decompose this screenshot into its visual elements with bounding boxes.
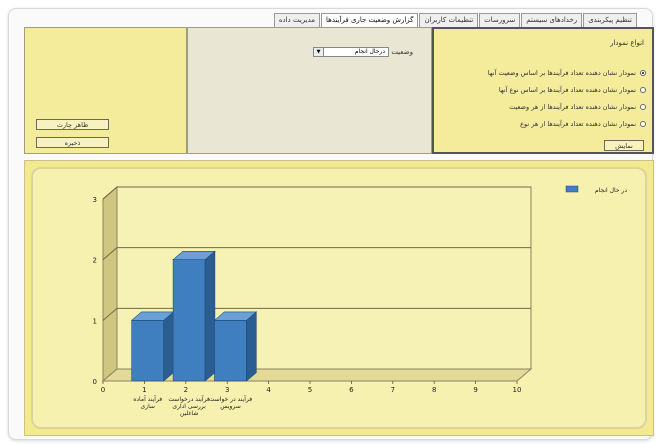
tab-bar: مدیریت داده گزارش وضعیت جاری فرآیندها تن… [273, 13, 637, 27]
chevron-down-icon[interactable]: ▼ [314, 48, 324, 56]
legend-label: در حال انجام [595, 187, 627, 194]
status-select[interactable]: ▼ درحال انجام [313, 47, 389, 57]
x-tick-label: 7 [391, 386, 395, 394]
x-tick-label: 3 [225, 386, 229, 394]
bar [214, 320, 247, 382]
chart-option-each-type[interactable]: نمودار نشان دهنده تعداد فرآیندها از هر ن… [520, 118, 646, 130]
chart-option-label: نمودار نشان دهنده تعداد فرآیندها از هر ن… [520, 120, 636, 128]
x-tick-label: 1 [142, 386, 146, 394]
save-button[interactable]: ذخیره [36, 137, 109, 148]
category-label: فرآیند آماده سازی [133, 394, 162, 410]
tab-services[interactable]: سرورسات [479, 13, 521, 27]
bar-side [246, 311, 257, 382]
chart-option-each-status[interactable]: نمودار نشان دهنده تعداد فرآیندها از هر و… [509, 101, 646, 113]
y-tick-label: 3 [93, 196, 97, 204]
radio-button[interactable] [640, 104, 646, 110]
filter-panel: وضعیت ▼ درحال انجام [187, 27, 432, 154]
chart-option-label: نمودار نشان دهنده تعداد فرآیندها بر اساس… [498, 86, 636, 94]
legend-swatch [565, 185, 579, 193]
plot-side-wall [102, 185, 118, 383]
y-tick-label: 0 [93, 378, 97, 386]
x-tick-label: 8 [432, 386, 436, 394]
chart-type-panel: انواع نمودار نمودار نشان دهنده تعداد فرآ… [432, 27, 654, 154]
bar-side [204, 250, 216, 382]
radio-button[interactable] [640, 70, 646, 76]
tab-configuration[interactable]: تنظیم پیکربندی [583, 13, 637, 27]
category-label: فرآیند درخواست بررسی اداری شاغلین [168, 394, 209, 417]
y-tick-label: 1 [93, 317, 97, 325]
tab-data-management[interactable]: مدیریت داده [273, 13, 321, 27]
status-label: وضعیت [391, 48, 413, 56]
chart-option-label: نمودار نشان دهنده تعداد فرآیندها از هر و… [509, 103, 636, 111]
x-tick-label: 2 [184, 386, 188, 394]
y-tick-label: 2 [93, 257, 97, 265]
tab-user-settings[interactable]: تنظیمات کاربران [419, 13, 479, 27]
chart-option-type[interactable]: نمودار نشان دهنده تعداد فرآیندها بر اساس… [499, 84, 646, 96]
show-chart-button[interactable]: ظاهر چارت [36, 119, 109, 130]
x-tick-label: 6 [349, 386, 354, 394]
radio-button[interactable] [640, 121, 646, 127]
chart-type-title: انواع نمودار [610, 39, 644, 47]
category-label: فرآیند در خواست سرویس [209, 394, 252, 410]
x-tick-label: 4 [266, 386, 271, 394]
x-tick-label: 0 [101, 386, 105, 394]
radio-button[interactable] [640, 87, 646, 93]
chart-option-status[interactable]: نمودار نشان دهنده تعداد فرآیندها بر اساس… [488, 67, 646, 79]
status-select-value: درحال انجام [354, 48, 385, 55]
actions-panel: ظاهر چارت ذخیره [24, 27, 187, 154]
tab-system-events[interactable]: رخدادهای سیستم [521, 13, 583, 27]
chart-frame: 0 1 2 3 0 1 2 3 4 5 6 7 8 9 10 فرآیند آماده سازی فرآیند د… [31, 167, 647, 429]
x-tick-label: 10 [513, 386, 522, 394]
bar [131, 320, 164, 382]
bar [172, 259, 206, 382]
x-tick-label: 9 [473, 386, 477, 394]
bar-side [163, 311, 174, 382]
chart-container: 0 1 2 3 0 1 2 3 4 5 6 7 8 9 10 فرآیند آماده سازی فرآیند د… [24, 160, 654, 436]
tab-process-status-report[interactable]: گزارش وضعیت جاری فرآیندها [321, 13, 419, 27]
x-tick-label: 5 [308, 386, 312, 394]
bar-chart: 0 1 2 3 0 1 2 3 4 5 6 7 8 9 10 فرآیند آماده سازی فرآیند د… [93, 185, 627, 417]
chart-option-label: نمودار نشان دهنده تعداد فرآیندها بر اساس… [487, 69, 636, 77]
show-button[interactable]: نمایش [604, 140, 644, 151]
